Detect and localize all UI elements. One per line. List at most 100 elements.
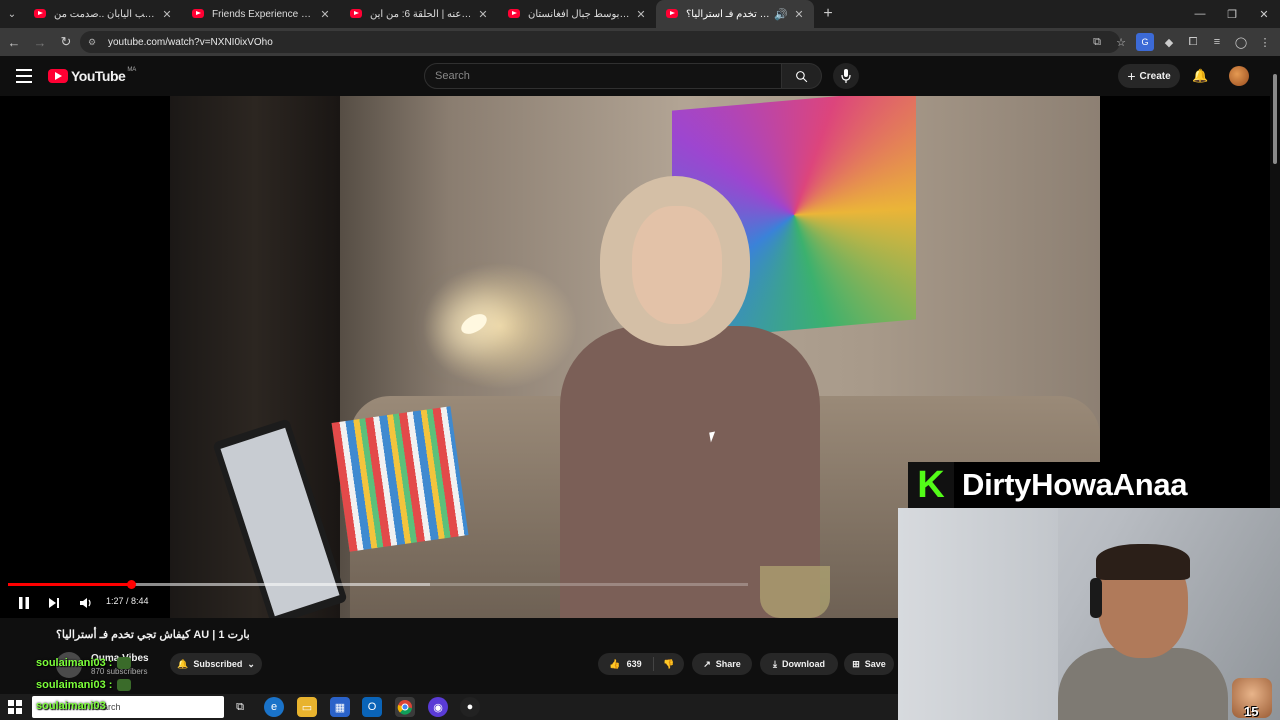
download-icon: ⤓ [773,658,777,669]
chat-separator: : [105,657,116,669]
next-icon [49,598,59,608]
puzzle-icon[interactable]: ⧠ [1184,33,1202,51]
restore-icon[interactable]: ❐ [1216,0,1248,28]
youtube-favicon-icon [508,9,520,18]
chrome-icon[interactable] [395,697,415,717]
url-field[interactable]: ⚙ youtube.com/watch?v=NXNI0ixVOho [80,31,1120,53]
bookmark-icon: ⊞ [852,658,860,669]
video-scene-person [560,176,820,618]
search-icon [796,70,808,82]
volume-icon [79,598,91,608]
tab-search-icon[interactable]: ⌄ [0,0,24,28]
youtube-favicon-icon [350,9,362,18]
download-button[interactable]: ⤓ Download [760,653,838,675]
tab-close-icon[interactable]: ✕ [476,8,490,21]
new-tab-icon[interactable]: + [814,5,842,23]
share-button[interactable]: ↗ Share [692,653,752,675]
headset-icon [1090,578,1102,618]
download-label: Download [781,659,825,669]
translate-icon[interactable]: G [1136,33,1154,51]
search-input[interactable]: Search [424,63,782,89]
obs-icon[interactable]: ● [460,697,480,717]
file-explorer-icon[interactable]: ▭ [297,697,317,717]
extension-icon[interactable]: ◆ [1160,33,1178,51]
create-button[interactable]: + Create [1118,64,1180,88]
browser-tab-active[interactable]: كيفاش تجي تخدم فـ أستراليا؟ 🔊 ✕ [656,0,814,28]
country-code: MA [127,67,137,73]
chat-username: soulaimani03 [36,700,106,712]
speaker-icon[interactable]: 🔊 [774,8,788,21]
hamburger-menu-icon[interactable] [16,69,32,87]
tab-title: المسكوت عنه | الحلقة 6: من أين [370,8,472,20]
chat-separator: : [105,679,116,691]
windows-taskbar: Search ⧉ e ▭ ▦ O ◉ ● [0,694,898,720]
scrubber-handle[interactable] [126,580,136,589]
youtube-favicon-icon [192,9,204,18]
outlook-icon[interactable]: O [362,697,382,717]
video-scene-lamp [457,310,491,338]
like-count: 639 [626,659,642,669]
subscribed-button[interactable]: 🔔 Subscribed ⌄ [170,653,262,675]
notifications-bell-icon[interactable]: 🔔 [1192,68,1208,84]
menu-icon[interactable]: ⋮ [1256,33,1274,51]
edge-icon[interactable]: e [264,697,284,717]
account-avatar[interactable] [1229,66,1249,86]
forward-icon[interactable]: → [28,28,52,56]
thumbs-down-icon: 👎 [663,658,675,669]
chat-username: soulaimani03 [36,657,106,669]
search-button[interactable] [782,63,822,89]
browser-tab-1[interactable]: وصلت كوكب اليابان ..صدمت من ✕ [24,0,182,28]
tab-close-icon[interactable]: ✕ [318,8,332,21]
chat-message: soulaimani03 : [36,679,132,692]
pause-icon [19,597,29,609]
tab-close-icon[interactable]: ✕ [160,8,174,21]
youtube-play-logo-icon [48,69,68,83]
browser-tab-3[interactable]: المسكوت عنه | الحلقة 6: من أين ✕ [340,0,498,28]
chat-username: soulaimani03 [36,679,106,691]
bell-icon: 🔔 [177,658,189,669]
chat-emote-icon [117,657,132,670]
streamer-hair [1096,544,1190,580]
window-controls: — ❐ ✕ [1184,0,1280,28]
tab-close-icon[interactable]: ✕ [792,8,806,21]
streamer-name: DirtyHowaAnaa [962,467,1188,502]
site-info-icon[interactable]: ⚙ [88,37,100,47]
save-button[interactable]: ⊞ Save [844,653,894,675]
share-icon: ↗ [703,658,711,669]
store-icon[interactable]: ▦ [330,697,350,717]
chat-emote-icon [117,679,132,692]
url-text: youtube.com/watch?v=NXNI0ixVOho [108,36,273,48]
profile-icon[interactable]: ◯ [1232,33,1250,51]
video-scene-pillow [331,406,469,552]
youtube-header: YouTube MA Search + Create 🔔 [0,56,1280,96]
scrollbar-thumb[interactable] [1273,74,1277,164]
windows-start-icon[interactable] [8,700,22,714]
app-icon[interactable]: ◉ [428,697,448,717]
install-icon[interactable]: ⧉ [1088,33,1106,51]
search-placeholder: Search [435,70,470,82]
microphone-icon [841,69,851,83]
voice-search-button[interactable] [833,63,859,89]
tab-close-icon[interactable]: ✕ [634,8,648,21]
minimize-icon[interactable]: — [1184,0,1216,28]
media-icon[interactable]: ≡ [1208,33,1226,51]
volume-button[interactable] [78,595,94,611]
streamer-body [1058,648,1228,720]
like-button[interactable]: 👍 639 [598,657,654,671]
task-view-icon[interactable]: ⧉ [230,697,250,717]
pause-button[interactable] [16,595,32,611]
time-display: 1:27 / 8:44 [106,596,149,606]
chat-message: soulaimani03 [36,700,106,712]
streamer-banner: K DirtyHowaAnaa [908,462,1260,508]
progress-bar[interactable] [8,580,748,589]
youtube-logo[interactable]: YouTube MA [48,67,137,84]
browser-tab-2[interactable]: Friends Experience Moroccan F ✕ [182,0,340,28]
browser-tab-4[interactable]: يوم بوسط جبال أفغانستان Tube - ✕ [498,0,656,28]
reload-icon[interactable]: ↻ [54,28,78,56]
next-button[interactable] [46,595,62,611]
dislike-button[interactable]: 👎 [654,659,684,670]
back-icon[interactable]: ← [2,28,26,56]
create-label: Create [1139,70,1171,82]
star-icon[interactable]: ☆ [1112,33,1130,51]
close-window-icon[interactable]: ✕ [1248,0,1280,28]
